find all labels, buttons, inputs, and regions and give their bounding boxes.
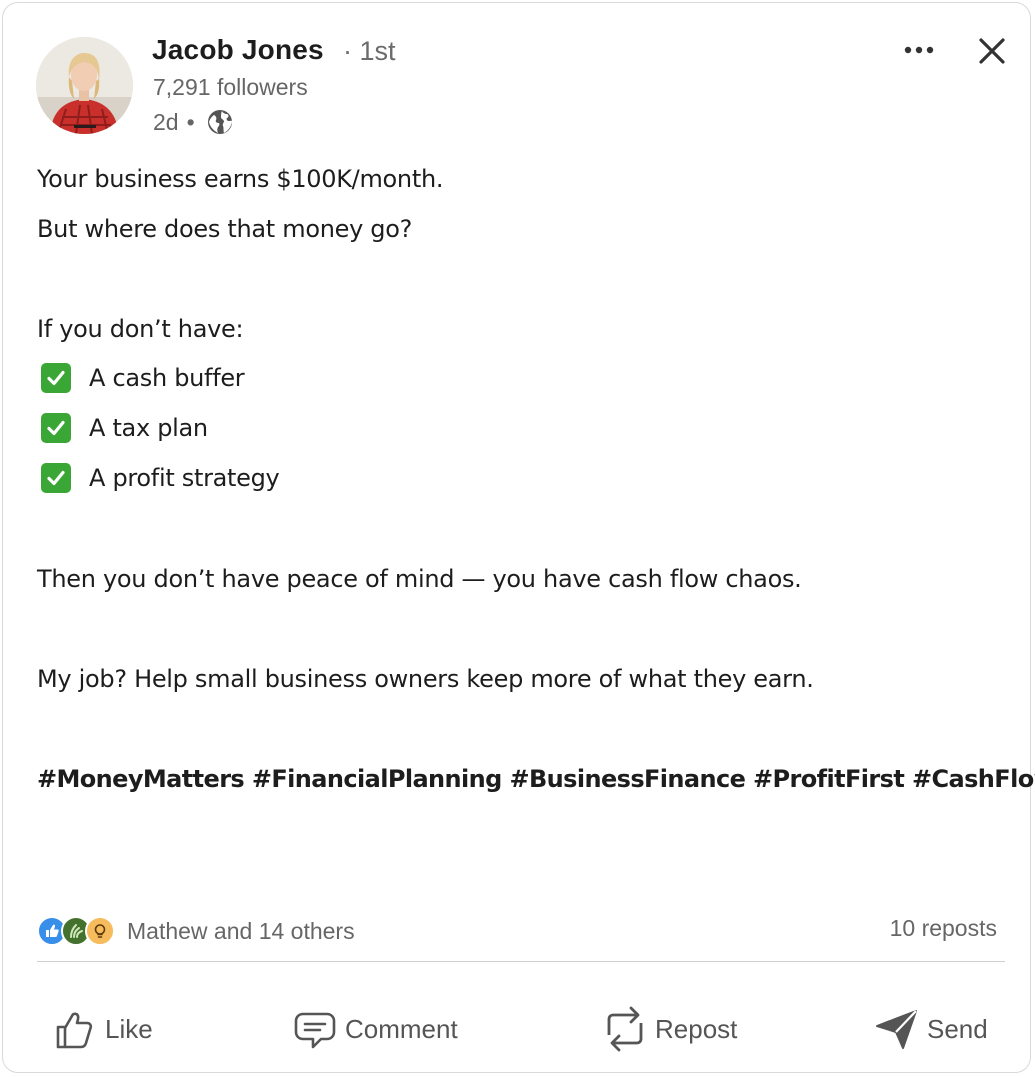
more-horizontal-icon: [904, 46, 934, 54]
checklist-label: A profit strategy: [89, 464, 280, 492]
post-time: 2d: [153, 108, 179, 135]
post-line: Your business earns $100K/month.: [37, 165, 444, 193]
reactors-text[interactable]: Mathew and 14 others: [127, 918, 355, 945]
post-line: My job? Help small business owners keep …: [37, 665, 814, 693]
checkmark-icon: [41, 363, 71, 393]
thumbs-up-icon: [56, 1012, 93, 1049]
checklist-item: A profit strategy: [37, 463, 280, 493]
comment-icon: [294, 1012, 336, 1049]
post-meta: 2d •: [153, 107, 235, 137]
send-icon: [876, 1010, 917, 1049]
degree-label: 1st: [359, 36, 396, 66]
reposts-count[interactable]: 10 reposts: [890, 915, 997, 942]
globe-icon: [205, 107, 235, 137]
like-label: Like: [105, 1013, 153, 1044]
post-card: Jacob Jones · 1st 7,291 followers 2d • Y…: [2, 2, 1035, 1073]
connection-degree: · 1st: [343, 36, 396, 66]
insightful-reaction-icon: [85, 916, 115, 946]
checklist-item: A cash buffer: [37, 363, 245, 393]
checklist-label: A tax plan: [89, 414, 208, 442]
send-button[interactable]: Send: [875, 1001, 988, 1057]
repost-button[interactable]: Repost: [603, 1001, 737, 1057]
reactions-summary[interactable]: Mathew and 14 others: [37, 915, 355, 947]
checklist-label: A cash buffer: [89, 364, 245, 392]
divider: [37, 961, 1005, 962]
post-line: But where does that money go?: [37, 215, 413, 243]
checkmark-icon: [41, 413, 71, 443]
more-options-button[interactable]: [899, 33, 939, 67]
author-avatar[interactable]: [36, 37, 133, 134]
repost-icon: [607, 1006, 643, 1052]
checklist-item: A tax plan: [37, 413, 208, 443]
follower-count: 7,291 followers: [153, 74, 308, 100]
close-icon: [979, 38, 1005, 64]
post-line: If you don’t have:: [37, 315, 244, 343]
like-button[interactable]: Like: [53, 1001, 153, 1057]
close-button[interactable]: [972, 31, 1012, 71]
checkmark-icon: [41, 463, 71, 493]
comment-button[interactable]: Comment: [293, 1001, 458, 1057]
post-line: Then you don’t have peace of mind — you …: [37, 565, 802, 593]
repost-label: Repost: [655, 1013, 738, 1044]
send-label: Send: [927, 1013, 988, 1044]
author-name[interactable]: Jacob Jones: [152, 34, 324, 66]
comment-label: Comment: [345, 1013, 458, 1044]
meta-separator: •: [186, 108, 195, 135]
post-hashtags[interactable]: #MoneyMatters #FinancialPlanning #Busine…: [37, 765, 1035, 793]
